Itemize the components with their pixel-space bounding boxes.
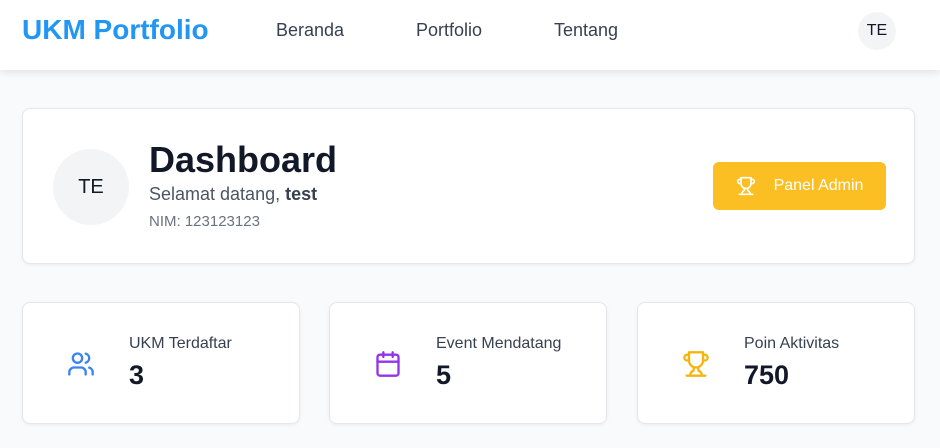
navbar: UKM Portfolio Beranda Portfolio Tentang … bbox=[0, 0, 940, 70]
stat-label: UKM Terdaftar bbox=[129, 335, 232, 352]
stat-label: Event Mendatang bbox=[436, 335, 562, 352]
users-icon bbox=[67, 350, 95, 378]
username: test bbox=[285, 184, 318, 204]
user-avatar[interactable]: TE bbox=[858, 12, 896, 50]
calendar-icon bbox=[374, 350, 402, 378]
admin-panel-label: Panel Admin bbox=[773, 177, 864, 194]
brand-logo[interactable]: UKM Portfolio bbox=[22, 14, 209, 46]
stat-card-ukm: UKM Terdaftar 3 bbox=[22, 302, 300, 424]
admin-panel-button[interactable]: Panel Admin bbox=[713, 162, 886, 210]
stat-value: 3 bbox=[129, 360, 145, 390]
page-title: Dashboard bbox=[149, 139, 338, 180]
stat-card-event: Event Mendatang 5 bbox=[329, 302, 607, 424]
nav-link-beranda[interactable]: Beranda bbox=[276, 20, 344, 41]
trophy-icon bbox=[736, 176, 756, 196]
nav-link-tentang[interactable]: Tentang bbox=[554, 20, 618, 41]
welcome-text: Selamat datang, test bbox=[149, 184, 317, 205]
trophy-icon bbox=[682, 350, 710, 378]
stat-label: Poin Aktivitas bbox=[744, 335, 840, 352]
stat-value: 750 bbox=[744, 360, 790, 390]
profile-avatar: TE bbox=[53, 149, 129, 225]
stat-value: 5 bbox=[436, 360, 452, 390]
stat-card-poin: Poin Aktivitas 750 bbox=[637, 302, 915, 424]
welcome-prefix: Selamat datang, bbox=[149, 184, 286, 204]
nav-link-portfolio[interactable]: Portfolio bbox=[416, 20, 482, 41]
nim-text: NIM: 123123123 bbox=[149, 213, 260, 230]
profile-card: TE Dashboard Selamat datang, test NIM: 1… bbox=[22, 108, 915, 264]
